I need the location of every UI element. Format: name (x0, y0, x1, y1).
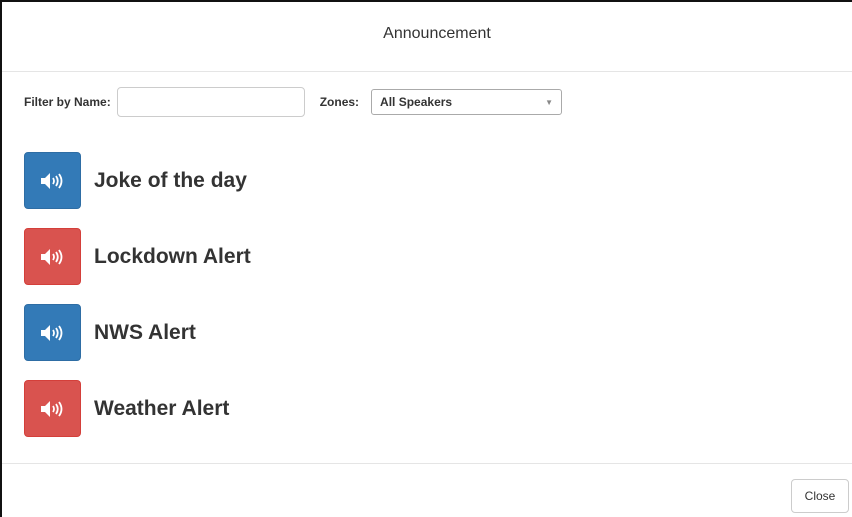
list-item: Weather Alert (24, 380, 251, 437)
filter-by-name-input[interactable] (116, 87, 305, 117)
zones-select[interactable]: All Speakers ▼ (371, 89, 563, 115)
modal-header: Announcement (2, 2, 852, 72)
chevron-down-icon: ▼ (545, 97, 554, 107)
filter-row: Filter by Name: Zones: All Speakers ▼ (24, 87, 563, 117)
play-announcement-button[interactable] (24, 380, 81, 437)
speaker-icon (40, 400, 62, 417)
announcement-list: Joke of the day Lockdown Alert NWS Alert… (24, 152, 251, 456)
announcement-label: Weather Alert (94, 396, 230, 420)
speaker-icon (40, 248, 62, 265)
play-announcement-button[interactable] (24, 228, 81, 285)
modal-title: Announcement (383, 24, 491, 42)
zones-label: Zones: (319, 95, 360, 109)
close-button[interactable]: Close (791, 479, 849, 513)
zones-selected-value: All Speakers (380, 95, 453, 109)
play-announcement-button[interactable] (24, 152, 81, 209)
announcement-label: Joke of the day (94, 168, 247, 192)
list-item: Lockdown Alert (24, 228, 251, 285)
play-announcement-button[interactable] (24, 304, 81, 361)
announcement-modal: Announcement Filter by Name: Zones: All … (0, 0, 852, 517)
speaker-icon (40, 172, 62, 189)
announcement-label: Lockdown Alert (94, 244, 251, 268)
speaker-icon (40, 324, 62, 341)
filter-by-name-label: Filter by Name: (24, 95, 111, 109)
list-item: Joke of the day (24, 152, 251, 209)
modal-footer: Close (2, 463, 852, 517)
list-item: NWS Alert (24, 304, 251, 361)
announcement-label: NWS Alert (94, 320, 196, 344)
